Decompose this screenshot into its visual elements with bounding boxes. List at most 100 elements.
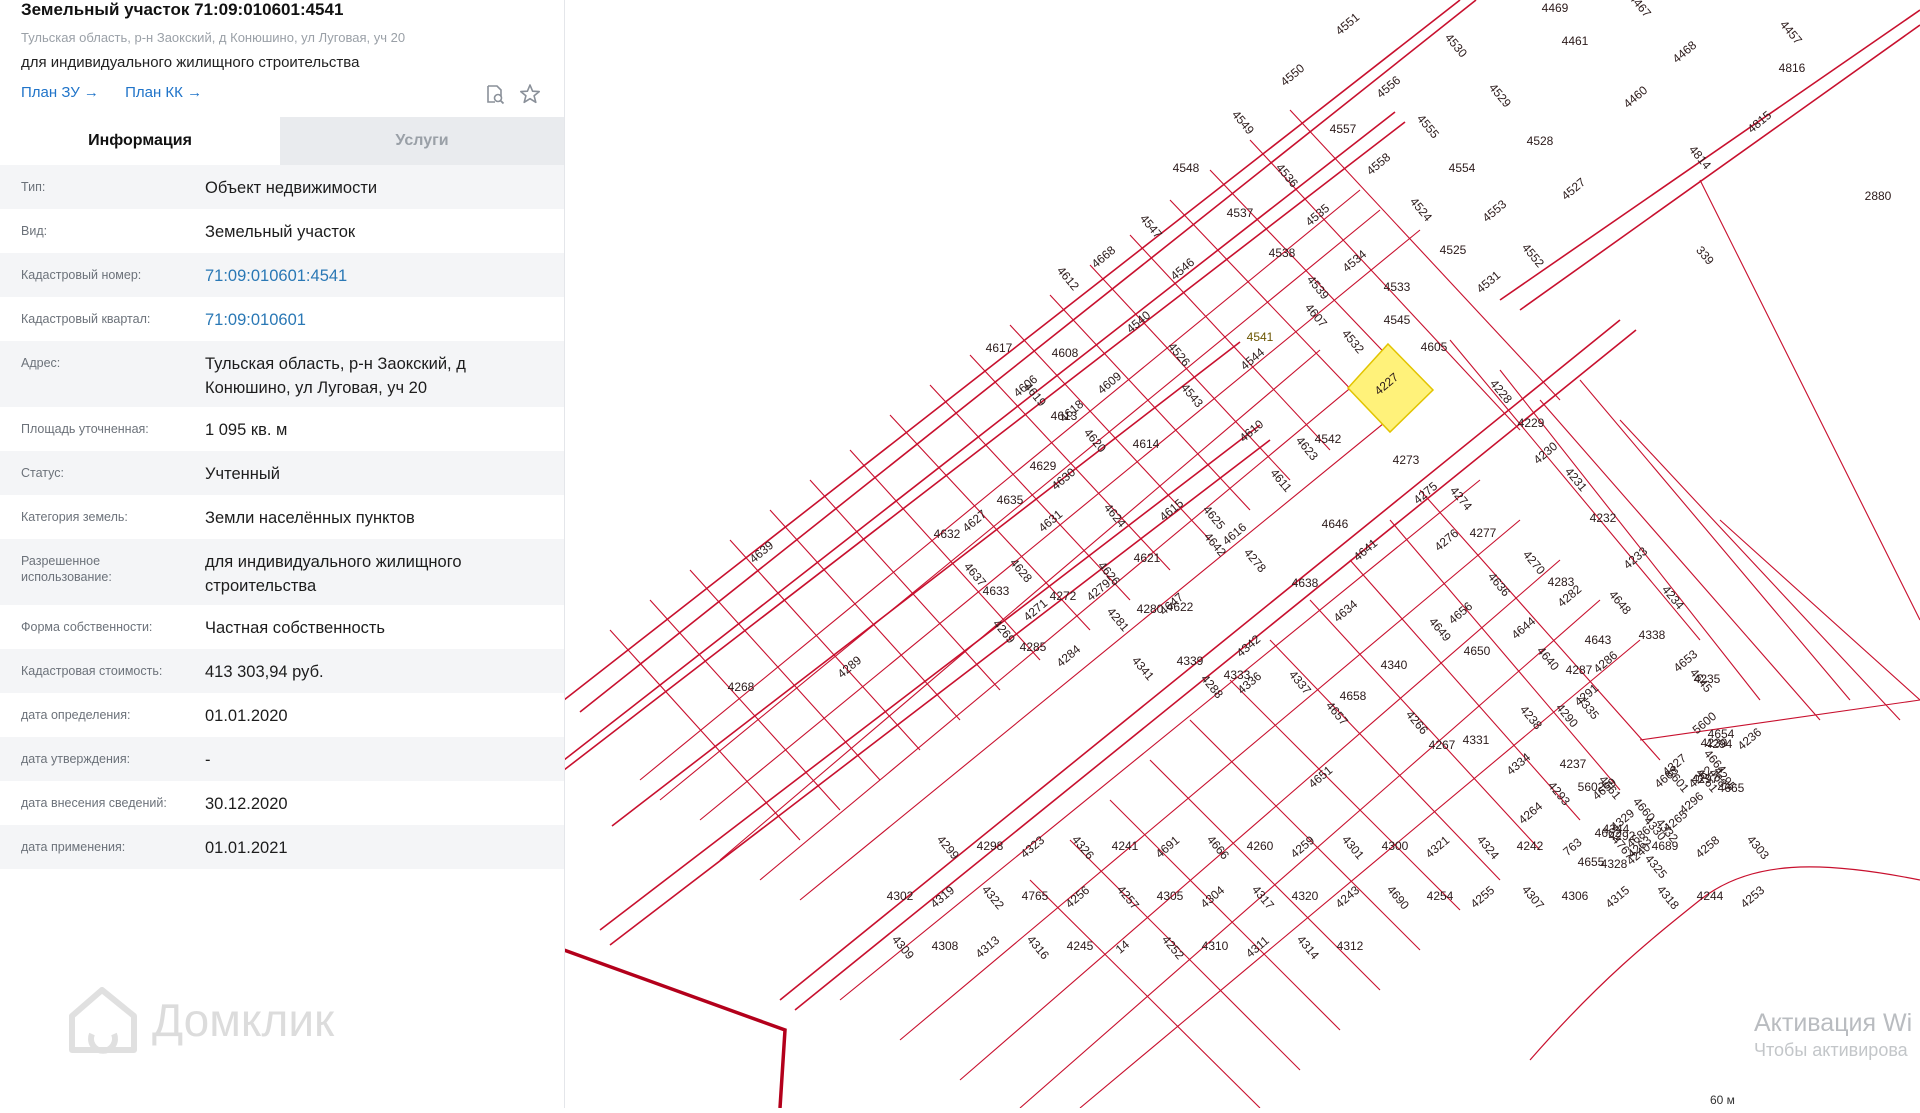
parcel-label: 4232	[1590, 511, 1617, 525]
map-scale-label: 60 м	[1710, 1093, 1735, 1107]
parcel-label: 4238	[1517, 703, 1545, 733]
parcel-label: 4314	[1294, 933, 1322, 963]
parcel-label: 4554	[1449, 161, 1476, 175]
parcel-label: 4306	[1562, 889, 1589, 903]
parcel-label: 4533	[1384, 280, 1411, 294]
parcel-label: 4643	[1585, 633, 1612, 647]
parcel-label: 4605	[1421, 340, 1448, 354]
detail-value: для индивидуального жилищного строительс…	[205, 553, 462, 595]
tab-information[interactable]: Информация	[0, 117, 280, 165]
parcel-label: 4340	[1381, 658, 1408, 672]
parcel-boundary	[1619, 419, 1901, 721]
parcel-boundary	[611, 341, 1241, 827]
tab-services[interactable]: Услуги	[280, 117, 564, 165]
parcel-label: 4635	[997, 493, 1024, 507]
parcel-label: 4276	[1432, 526, 1462, 554]
parcel-label: 4665	[1718, 781, 1745, 795]
parcel-label: 4287	[1566, 663, 1593, 677]
parcel-label: 4301	[1339, 833, 1367, 863]
detail-value-link[interactable]: 71:09:010601:4541	[205, 264, 545, 288]
parcel-label: 4319	[928, 883, 958, 911]
detail-label: Площадь уточненная:	[21, 422, 149, 436]
parcel-label: 4633	[983, 584, 1010, 598]
cadastral-map[interactable]: 4551 4530 4469 4468 4467 4461 4460 4457 4816 4815…	[563, 0, 1920, 1109]
plan-kk-link[interactable]: План КК →	[125, 84, 202, 101]
parcel-label: 4259	[1288, 833, 1318, 861]
detail-label: дата утверждения:	[21, 752, 131, 766]
parcel-label: 4640	[1534, 644, 1562, 674]
parcel-label: 4307	[1519, 883, 1547, 913]
parcel-label: 4529	[1486, 81, 1514, 111]
parcel-label: 4284	[1054, 642, 1084, 670]
parcel-label: 4260	[1247, 839, 1274, 853]
parcel-label: 14	[1113, 937, 1132, 957]
detail-label: Категория земель:	[21, 510, 128, 524]
detail-value: 1 095 кв. м	[205, 421, 288, 439]
parcel-label: 4254	[1427, 889, 1454, 903]
parcel-label: 4256	[1063, 883, 1093, 911]
parcel-label: 4252	[1159, 933, 1187, 963]
property-title: Земельный участок 71:09:010601:4541	[21, 0, 344, 19]
parcel-label: 4342	[1234, 632, 1264, 660]
parcel-label: 4236	[1735, 725, 1765, 753]
parcel-label: 4318	[1654, 883, 1682, 913]
parcel-label: 4532	[1339, 327, 1367, 357]
parcel-label: 4233	[1621, 544, 1651, 572]
windows-activation-title: Активация Wi	[1754, 1009, 1913, 1037]
parcel-label: 4625	[1200, 503, 1228, 533]
parcel-label: 4657	[1323, 699, 1351, 729]
parcel-label: 4607	[1302, 301, 1330, 331]
parcel-label: 4328	[1601, 857, 1628, 871]
star-icon[interactable]	[519, 83, 541, 105]
parcel-label: 4548	[1173, 161, 1200, 175]
detail-row: Вид: Земельный участок	[0, 209, 564, 253]
parcel-label: 4264	[1516, 799, 1546, 827]
parcel-label: 4621	[1134, 551, 1161, 565]
document-search-icon[interactable]	[484, 83, 506, 105]
cadastral-map-canvas[interactable]: 4551453044694468446744614460445748164815…	[563, 0, 1920, 1109]
parcel-label: 4298	[977, 839, 1004, 853]
detail-row: Статус: Учтенный	[0, 451, 564, 495]
parcel-label: 4656	[1446, 599, 1476, 627]
detail-label: Разрешенное использование:	[21, 554, 112, 584]
parcel-label: 4525	[1440, 243, 1467, 257]
parcel-label: 4638	[1292, 576, 1319, 590]
parcel-label: 4530	[1442, 31, 1470, 61]
parcel-label: 4228	[1487, 377, 1515, 407]
detail-row: Категория земель: Земли населённых пункто…	[0, 495, 564, 539]
parcel-label: 4326	[1069, 833, 1097, 863]
parcel-label: 4469	[1542, 1, 1569, 15]
parcel-label: 4339	[1177, 654, 1204, 668]
parcel-label: 4524	[1407, 195, 1435, 225]
plan-zu-link[interactable]: План ЗУ →	[21, 84, 99, 101]
parcel-label: 4303	[1744, 833, 1772, 863]
parcel-label: 4526	[1165, 340, 1193, 370]
parcel-label: 4316	[1024, 933, 1052, 963]
parcel-label: 4634	[1331, 597, 1361, 625]
parcel-label: 4646	[1322, 517, 1349, 531]
parcel-label: 4651	[1306, 763, 1336, 791]
detail-value: Земельный участок	[205, 223, 356, 241]
parcel-label: 4277	[1470, 526, 1497, 540]
detail-value-link[interactable]: 71:09:010601	[205, 308, 545, 332]
parcel-boundary	[1029, 879, 1261, 1109]
parcel-label: 4551	[1333, 10, 1363, 38]
parcel-label: 4305	[1157, 889, 1184, 903]
parcel-label: 4331	[1463, 733, 1490, 747]
parcel-boundary	[1519, 24, 1920, 311]
parcel-label: 4457	[1777, 18, 1805, 48]
parcel-label: 4278	[1241, 546, 1269, 576]
detail-label: Адрес:	[21, 356, 61, 370]
detail-row: Адрес: Тульская область, р-н Заокский, д …	[0, 341, 564, 407]
detail-value: 01.01.2020	[205, 707, 288, 725]
detail-label: дата определения:	[21, 708, 131, 722]
detail-row: Кадастровый квартал: 71:09:010601	[0, 297, 564, 341]
parcel-boundary	[1579, 379, 1851, 701]
parcel-boundary	[799, 409, 1401, 901]
detail-row: дата утверждения: -	[0, 737, 564, 781]
parcel-label: 4461	[1562, 34, 1589, 48]
parcel-label: 4609	[1095, 369, 1125, 397]
property-info-panel: Земельный участок 71:09:010601:4541 Туль…	[0, 0, 565, 1108]
detail-row: дата определения: 01.01.2020	[0, 693, 564, 737]
parcel-label: 4270	[1520, 548, 1548, 578]
